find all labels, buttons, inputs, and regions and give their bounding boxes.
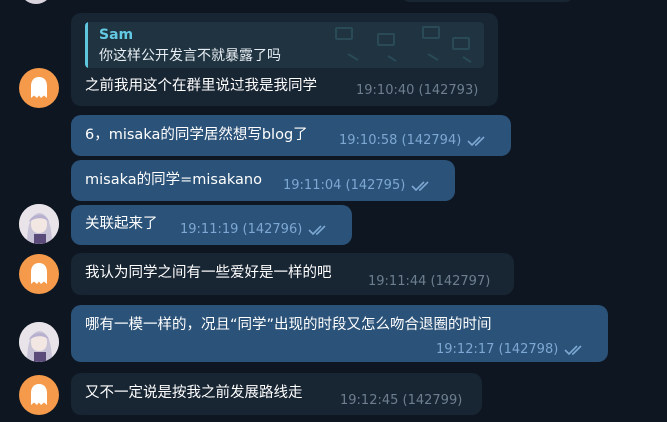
message-bubble[interactable]: 关联起来了 19:11:19 (142796) [71, 205, 352, 245]
reply-accent-bar [85, 22, 88, 68]
avatar[interactable] [19, 322, 59, 362]
avatar[interactable] [19, 204, 59, 244]
reply-text: 你这样公开发言不就暴露了吗 [99, 48, 281, 64]
ghost-icon [31, 77, 47, 98]
message-text: misaka的同学=misakano [85, 172, 262, 188]
message-time: 19:12:45 (142799) [340, 393, 463, 408]
message-time: 19:11:04 (142795) [283, 178, 406, 193]
message-meta: 19:12:17 (142798) [436, 340, 586, 360]
message-time: 19:12:17 (142798) [436, 342, 559, 357]
cropped-bubble-fragment [400, 0, 575, 2]
message-meta: 19:10:40 (142793) [356, 81, 478, 101]
ghost-icon [31, 384, 47, 405]
message-meta: 19:11:04 (142795) [283, 176, 433, 196]
double-check-icon [308, 225, 326, 236]
message-text: 我认为同学之间有一些爱好是一样的吧 [85, 265, 332, 281]
ghost-icon [31, 263, 47, 284]
reply-pattern-decoration [335, 26, 472, 63]
reply-preview[interactable]: Sam 你这样公开发言不就暴露了吗 [85, 22, 484, 68]
message-time: 19:11:19 (142796) [180, 222, 303, 237]
message-bubble[interactable]: Sam 你这样公开发言不就暴露了吗 之前我用这个在群里说过我是我同学 19:10… [71, 13, 498, 106]
avatar[interactable] [19, 68, 59, 108]
message-time: 19:11:44 (142797) [368, 274, 491, 289]
message-meta: 19:10:58 (142794) [339, 131, 489, 151]
message-bubble[interactable]: 哪有一模一样的，况且“同学”出现的时段又怎么吻合退圈的时间 19:12:17 (… [71, 305, 608, 362]
message-bubble[interactable]: 6，misaka的同学居然想写blog了 19:10:58 (142794) [71, 115, 511, 156]
avatar[interactable] [19, 375, 59, 415]
message-bubble[interactable]: 又不一定说是按我之前发展路线走 19:12:45 (142799) [71, 373, 482, 415]
message-bubble[interactable]: misaka的同学=misakano 19:11:04 (142795) [71, 160, 455, 201]
double-check-icon [564, 345, 582, 356]
message-meta: 19:11:19 (142796) [180, 220, 330, 240]
message-bubble[interactable]: 我认为同学之间有一些爱好是一样的吧 19:11:44 (142797) [71, 253, 514, 295]
message-text: 关联起来了 [85, 216, 158, 232]
anime-avatar-image [19, 204, 59, 244]
avatar[interactable] [19, 254, 59, 294]
double-check-icon [467, 136, 485, 147]
double-check-icon [411, 181, 429, 192]
message-text: 6，misaka的同学居然想写blog了 [85, 127, 308, 143]
message-text: 之前我用这个在群里说过我是我同学 [85, 78, 317, 94]
message-text: 哪有一模一样的，况且“同学”出现的时段又怎么吻合退圈的时间 [85, 317, 492, 333]
reply-author: Sam [99, 27, 134, 43]
message-time: 19:10:58 (142794) [339, 133, 462, 148]
message-meta: 19:11:44 (142797) [368, 272, 490, 292]
message-meta: 19:12:45 (142799) [340, 391, 462, 411]
anime-avatar-image [19, 322, 59, 362]
message-time: 19:10:40 (142793) [356, 83, 479, 98]
cropped-avatar-fragment [20, 0, 52, 4]
message-text: 又不一定说是按我之前发展路线走 [85, 385, 303, 401]
